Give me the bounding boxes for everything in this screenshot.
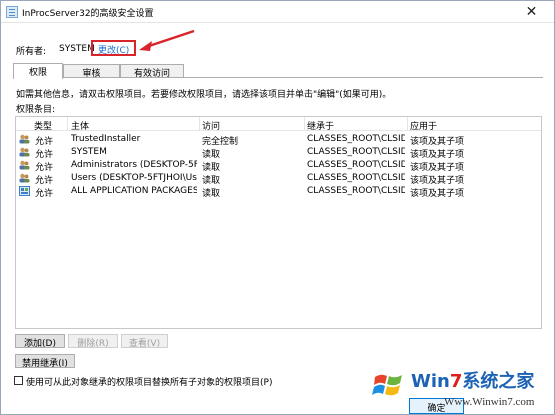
site-watermark: Win7系统之家 Www.Winwin7.com [371, 363, 555, 415]
security-settings-window: InProcServer32的高级安全设置 ✕ 所有者: SYSTEM 更改(C… [0, 0, 555, 415]
remove-button[interactable]: 删除(R) [68, 334, 118, 349]
table-row[interactable]: 允许 ALL APPLICATION PACKAGES 读取 CLASSES_R… [16, 185, 541, 199]
column-separator[interactable] [199, 117, 200, 131]
header-access[interactable]: 访问 [202, 119, 220, 132]
tab-effective-access[interactable]: 有效访问 [120, 64, 184, 79]
cell-inherited: CLASSES_ROOT\CLSID\{4... [307, 186, 405, 196]
cell-principal: SYSTEM [71, 147, 107, 157]
user-icon [19, 134, 30, 144]
tab-auditing[interactable]: 审核 [63, 64, 120, 79]
permission-entries-label: 权限条目: [16, 105, 56, 115]
info-text: 如需其他信息，请双击权限项目。若要修改权限项目，请选择该项目并单击"编辑"(如果… [16, 90, 392, 100]
cell-type: 允许 [35, 189, 54, 199]
window-icon [6, 6, 18, 18]
header-applies[interactable]: 应用于 [410, 119, 437, 132]
add-button[interactable]: 添加(D) [15, 334, 65, 349]
replace-child-permissions-checkbox[interactable] [14, 376, 23, 385]
table-row[interactable]: 允许 SYSTEM 读取 CLASSES_ROOT\CLSID\{4... 该项… [16, 146, 541, 160]
header-type[interactable]: 类型 [34, 119, 52, 132]
window-title: InProcServer32的高级安全设置 [22, 9, 154, 19]
owner-value: SYSTEM [59, 44, 95, 54]
cell-inherited: CLASSES_ROOT\CLSID\{4... [307, 134, 405, 144]
annotation-arrow-icon [139, 29, 195, 51]
table-header: 类型 主体 访问 继承于 应用于 [16, 117, 541, 132]
cell-principal: Users (DESKTOP-5FTJHOI\Users) [71, 173, 197, 183]
column-separator[interactable] [67, 117, 68, 131]
cell-inherited: CLASSES_ROOT\CLSID\{4... [307, 147, 405, 157]
replace-child-permissions-label[interactable]: 使用可从此对象继承的权限项目替换所有子对象的权限项目(P) [26, 375, 272, 388]
cell-applies: 该项及其子项 [410, 189, 465, 199]
tab-panel-border [13, 77, 543, 78]
watermark-url: Www.Winwin7.com [444, 396, 535, 408]
cell-inherited: CLASSES_ROOT\CLSID\{4... [307, 160, 405, 170]
column-separator[interactable] [407, 117, 408, 131]
table-row[interactable]: 允许 Administrators (DESKTOP-5FTJH... 读取 C… [16, 159, 541, 173]
cell-access: 读取 [202, 189, 221, 199]
disable-inheritance-button[interactable]: 禁用继承(I) [15, 354, 75, 369]
table-row[interactable]: 允许 Users (DESKTOP-5FTJHOI\Users) 读取 CLAS… [16, 172, 541, 186]
owner-label: 所有者: [16, 47, 47, 57]
user-icon [19, 160, 30, 170]
cell-principal: Administrators (DESKTOP-5FTJH... [71, 160, 197, 170]
column-separator[interactable] [304, 117, 305, 131]
table-row[interactable]: 允许 TrustedInstaller 完全控制 CLASSES_ROOT\CL… [16, 133, 541, 147]
package-icon [19, 186, 30, 196]
view-button[interactable]: 查看(V) [121, 334, 168, 349]
user-icon [19, 147, 30, 157]
permission-entries-table[interactable]: 类型 主体 访问 继承于 应用于 允许 TrustedInstaller 完全控… [15, 116, 542, 329]
cell-principal: TrustedInstaller [71, 134, 141, 144]
windows-logo-icon [372, 374, 402, 396]
tab-permissions[interactable]: 权限 [13, 63, 63, 79]
user-icon [19, 173, 30, 183]
change-owner-link[interactable]: 更改(C) [91, 40, 136, 56]
cell-principal: ALL APPLICATION PACKAGES [71, 186, 197, 196]
title-bar: InProcServer32的高级安全设置 ✕ [1, 1, 554, 23]
header-inherited[interactable]: 继承于 [307, 119, 334, 132]
watermark-brand: Win7系统之家 [411, 371, 535, 392]
close-button[interactable]: ✕ [509, 1, 554, 23]
cell-inherited: CLASSES_ROOT\CLSID\{4... [307, 173, 405, 183]
header-principal[interactable]: 主体 [71, 119, 89, 132]
